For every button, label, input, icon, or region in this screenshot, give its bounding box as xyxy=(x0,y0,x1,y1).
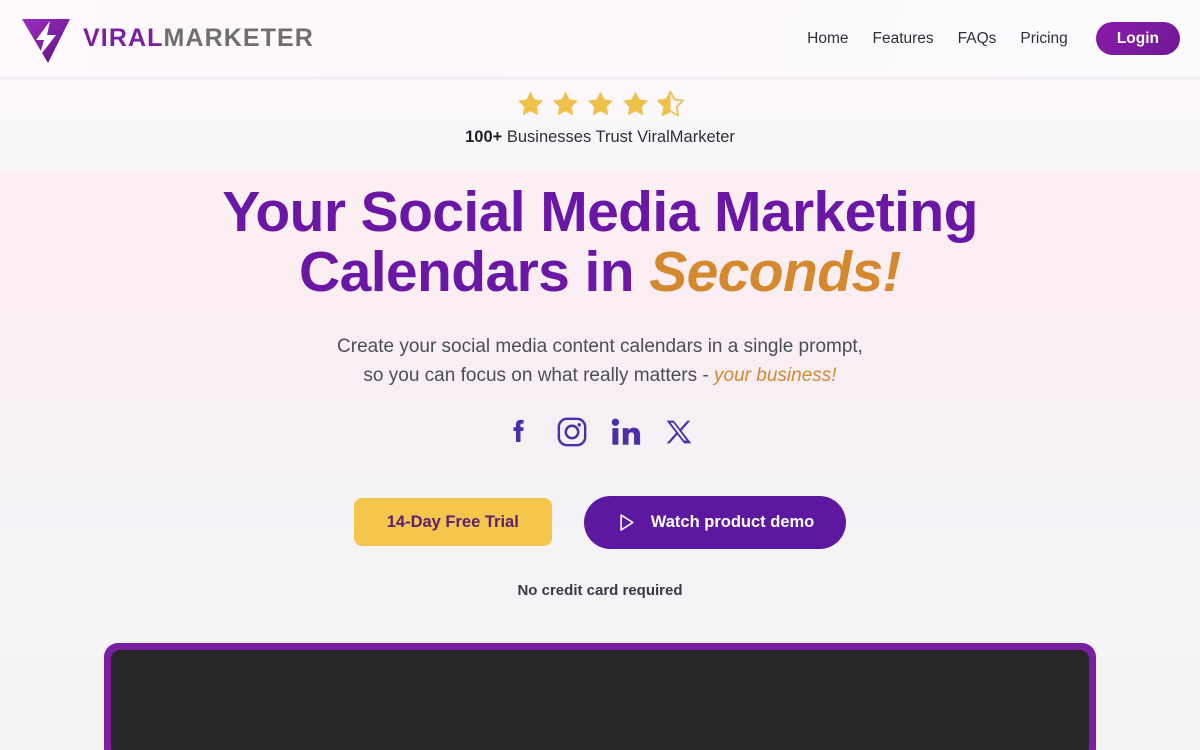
play-icon xyxy=(620,513,634,531)
star-icon-full-2 xyxy=(552,91,578,116)
hero-subtitle: Create your social media content calenda… xyxy=(337,333,863,391)
viralmarketer-v-bolt-logo-icon xyxy=(22,18,70,63)
logo-word-primary: VIRAL xyxy=(83,24,164,52)
subtitle-line-1: Create your social media content calenda… xyxy=(337,335,863,357)
nav-item-home[interactable]: Home xyxy=(807,31,860,47)
trust-bar: 100+ Businesses Trust ViralMarketer xyxy=(0,88,1200,147)
no-credit-card-note: No credit card required xyxy=(517,581,683,599)
cta-row: 14-Day Free Trial Watch product demo xyxy=(353,495,847,549)
social-links xyxy=(507,417,693,447)
facebook-icon xyxy=(513,419,524,442)
main-nav: Home Features FAQs Pricing Login xyxy=(807,21,1180,56)
social-link-instagram[interactable] xyxy=(557,417,587,447)
logo[interactable]: VIRALMARKETER xyxy=(18,13,314,65)
headline-accent: Seconds! xyxy=(649,240,901,305)
nav-item-pricing[interactable]: Pricing xyxy=(1008,31,1079,47)
nav-item-features[interactable]: Features xyxy=(860,31,945,47)
subtitle-accent: your business! xyxy=(714,364,837,386)
hero-section: Your Social Media Marketing Calendars in… xyxy=(0,182,1200,599)
social-link-facebook[interactable] xyxy=(507,417,533,447)
trust-text: 100+ Businesses Trust ViralMarketer xyxy=(465,128,735,147)
x-twitter-icon xyxy=(666,420,692,443)
page-title: Your Social Media Marketing Calendars in… xyxy=(222,182,978,303)
star-icon-full-1 xyxy=(517,91,543,116)
logo-wordmark: VIRALMARKETER xyxy=(83,26,314,51)
social-link-linkedin[interactable] xyxy=(611,418,641,446)
trust-label: Businesses Trust ViralMarketer xyxy=(502,128,735,146)
watch-demo-button[interactable]: Watch product demo xyxy=(583,495,847,549)
trust-count: 100+ xyxy=(465,128,503,146)
video-screen[interactable] xyxy=(111,650,1089,750)
star-icon-half-5 xyxy=(656,90,684,117)
free-trial-button[interactable]: 14-Day Free Trial xyxy=(353,497,552,547)
watch-demo-label: Watch product demo xyxy=(650,512,815,531)
subtitle-line-2: so you can focus on what really matters … xyxy=(363,364,715,386)
logo-word-secondary: MARKETER xyxy=(163,24,314,52)
headline-line-2: Calendars in xyxy=(299,240,650,305)
instagram-icon xyxy=(557,417,587,446)
headline-line-1: Your Social Media Marketing xyxy=(222,180,978,244)
social-link-x[interactable] xyxy=(665,418,693,446)
login-button[interactable]: Login xyxy=(1095,21,1180,56)
nav-item-faqs[interactable]: FAQs xyxy=(946,31,1009,47)
linkedin-icon xyxy=(611,418,641,445)
star-icon-full-4 xyxy=(622,91,648,116)
site-header: VIRALMARKETER Home Features FAQs Pricing… xyxy=(0,0,1200,78)
star-rating xyxy=(514,88,687,120)
star-icon-full-3 xyxy=(587,91,613,116)
product-demo-video-frame[interactable] xyxy=(104,643,1096,750)
